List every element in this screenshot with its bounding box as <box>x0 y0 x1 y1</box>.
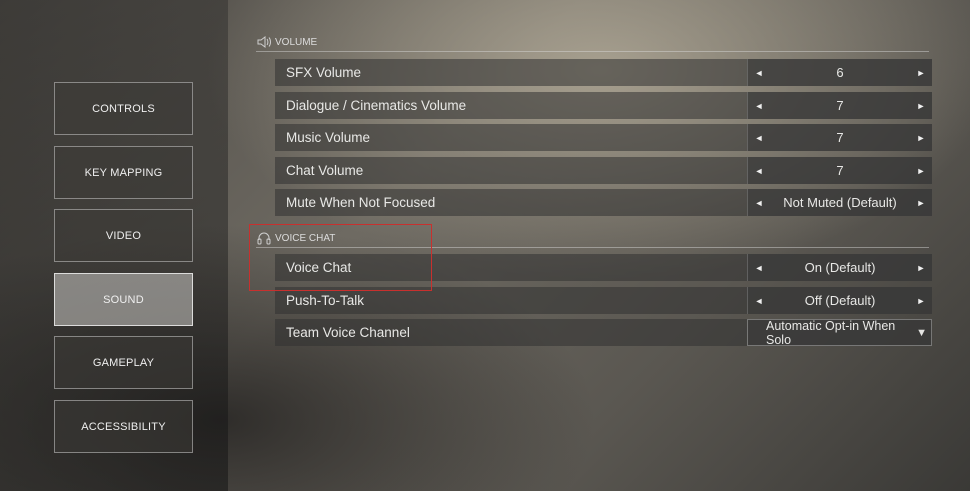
setting-row-sfx-volume[interactable]: SFX Volume ◄ 6 ► <box>275 59 932 86</box>
speaker-icon <box>256 35 272 49</box>
arrow-right-icon[interactable]: ► <box>910 133 932 143</box>
arrow-left-icon[interactable]: ◄ <box>748 198 770 208</box>
setting-value: 6 <box>836 65 844 80</box>
setting-row-team-voice-channel[interactable]: Team Voice Channel Automatic Opt-in When… <box>275 318 932 347</box>
arrow-right-icon[interactable]: ► <box>910 296 932 306</box>
section-title: VOLUME <box>275 36 318 48</box>
voice-chat-section-header: VOICE CHAT <box>256 229 929 248</box>
arrow-right-icon[interactable]: ► <box>910 101 932 111</box>
nav-key-mapping[interactable]: KEY MAPPING <box>54 146 193 199</box>
setting-row-voice-chat[interactable]: Voice Chat ◄ On (Default) ► <box>275 254 932 281</box>
setting-row-mute-when-not-focused[interactable]: Mute When Not Focused ◄ Not Muted (Defau… <box>275 189 932 216</box>
setting-value: Not Muted (Default) <box>783 195 897 210</box>
arrow-left-icon[interactable]: ◄ <box>748 296 770 306</box>
arrow-right-icon[interactable]: ► <box>910 263 932 273</box>
arrow-left-icon[interactable]: ◄ <box>748 166 770 176</box>
value-stepper[interactable]: ◄ 7 ► <box>747 124 932 151</box>
nav-accessibility[interactable]: ACCESSIBILITY <box>54 400 193 453</box>
value-dropdown[interactable]: Automatic Opt-in When Solo ▼ <box>747 318 932 347</box>
setting-row-chat-volume[interactable]: Chat Volume ◄ 7 ► <box>275 157 932 184</box>
nav-label: KEY MAPPING <box>84 166 163 179</box>
arrow-left-icon[interactable]: ◄ <box>748 133 770 143</box>
arrow-left-icon[interactable]: ◄ <box>748 263 770 273</box>
volume-section-header: VOLUME <box>256 33 929 52</box>
settings-sidebar: CONTROLS KEY MAPPING VIDEO SOUND GAMEPLA… <box>0 0 228 491</box>
headset-icon <box>256 231 272 245</box>
nav-label: VIDEO <box>105 229 142 242</box>
value-stepper[interactable]: ◄ Off (Default) ► <box>747 287 932 314</box>
nav-video[interactable]: VIDEO <box>54 209 193 262</box>
chevron-down-icon[interactable]: ▼ <box>916 327 931 339</box>
value-stepper[interactable]: ◄ On (Default) ► <box>747 254 932 281</box>
value-stepper[interactable]: ◄ 6 ► <box>747 59 932 86</box>
nav-controls[interactable]: CONTROLS <box>54 82 193 135</box>
arrow-right-icon[interactable]: ► <box>910 198 932 208</box>
arrow-left-icon[interactable]: ◄ <box>748 68 770 78</box>
value-stepper[interactable]: ◄ Not Muted (Default) ► <box>747 189 932 216</box>
arrow-left-icon[interactable]: ◄ <box>748 101 770 111</box>
setting-value: Automatic Opt-in When Solo <box>766 318 896 347</box>
setting-row-push-to-talk[interactable]: Push-To-Talk ◄ Off (Default) ► <box>275 287 932 314</box>
arrow-right-icon[interactable]: ► <box>910 166 932 176</box>
nav-gameplay[interactable]: GAMEPLAY <box>54 336 193 389</box>
nav-label: ACCESSIBILITY <box>81 420 166 433</box>
value-stepper[interactable]: ◄ 7 ► <box>747 92 932 119</box>
arrow-right-icon[interactable]: ► <box>910 68 932 78</box>
nav-label: CONTROLS <box>92 102 155 115</box>
value-stepper[interactable]: ◄ 7 ► <box>747 157 932 184</box>
setting-value: 7 <box>836 98 844 113</box>
setting-row-dialogue-volume[interactable]: Dialogue / Cinematics Volume ◄ 7 ► <box>275 92 932 119</box>
setting-value: 7 <box>836 163 844 178</box>
setting-row-music-volume[interactable]: Music Volume ◄ 7 ► <box>275 124 932 151</box>
nav-label: SOUND <box>103 293 144 306</box>
setting-value: On (Default) <box>804 260 876 275</box>
nav-sound[interactable]: SOUND <box>54 273 193 326</box>
section-title: VOICE CHAT <box>275 232 336 244</box>
nav-label: GAMEPLAY <box>92 356 155 369</box>
setting-value: Off (Default) <box>804 293 876 308</box>
setting-value: 7 <box>836 130 844 145</box>
